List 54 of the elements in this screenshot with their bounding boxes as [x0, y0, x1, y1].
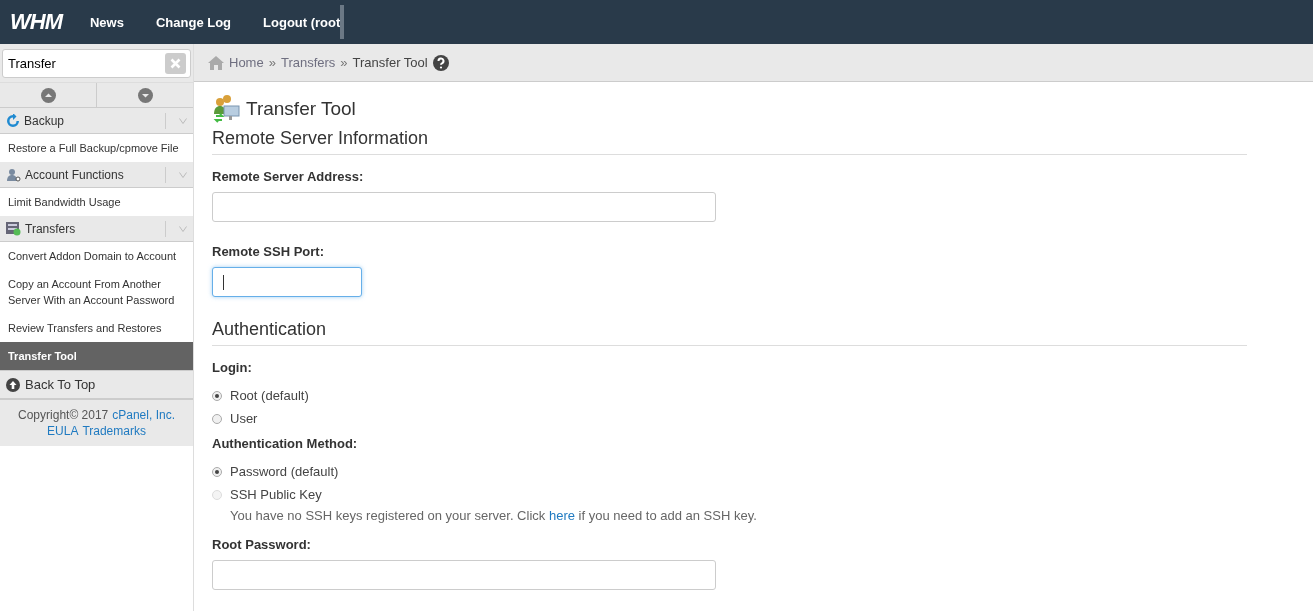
- breadcrumb-link[interactable]: Transfers: [280, 55, 336, 70]
- group-title: Backup: [24, 113, 66, 128]
- field-label: Root Password:: [212, 537, 312, 552]
- back-to-top-link[interactable]: Back To Top: [0, 370, 193, 400]
- breadcrumb-separator: »: [268, 55, 276, 70]
- breadcrumb-link[interactable]: Home: [229, 55, 264, 70]
- input-field[interactable]: [212, 560, 716, 590]
- group-title: Transfers: [25, 221, 77, 236]
- input-field[interactable]: [212, 267, 362, 297]
- help-text: You have no SSH keys registered on your server. Click here if you need to add an SSH key.: [229, 508, 758, 523]
- sidebar-item[interactable]: Transfer Tool: [0, 342, 193, 370]
- radio-button[interactable]: [212, 466, 222, 477]
- field-label: Login:: [212, 360, 253, 375]
- section-heading: Remote Server Information: [212, 128, 1247, 155]
- nav-link[interactable]: Change Log: [155, 14, 232, 30]
- user-icon: [6, 167, 21, 182]
- search-box[interactable]: Transfer: [2, 49, 191, 78]
- footer-link[interactable]: Trademarks: [82, 424, 146, 438]
- field-label: Remote SSH Port:: [212, 244, 325, 259]
- radio-label: Password (default): [230, 464, 339, 479]
- company-link[interactable]: cPanel, Inc.: [112, 408, 175, 422]
- help-icon[interactable]: [432, 54, 449, 71]
- radio-button[interactable]: [212, 413, 222, 424]
- close-icon: [170, 58, 181, 69]
- nav-link[interactable]: Logout (root: [263, 14, 341, 30]
- input-field[interactable]: [212, 192, 716, 222]
- radio-button[interactable]: [212, 390, 222, 401]
- refresh-icon: [6, 113, 20, 128]
- sidebar-group-header[interactable]: Account Functions: [0, 162, 193, 188]
- server-icon: [6, 221, 21, 236]
- page-title: Transfer Tool: [246, 98, 356, 120]
- footer-link[interactable]: EULA: [47, 424, 79, 438]
- copyright-text: Copyright© 2017: [18, 408, 109, 422]
- field-label: Authentication Method:: [212, 436, 359, 451]
- here-link[interactable]: here: [548, 508, 575, 523]
- logo[interactable]: WHM: [10, 9, 62, 35]
- radio-label: User: [230, 411, 258, 426]
- chevron-icon: [179, 225, 187, 232]
- clear-button[interactable]: [165, 53, 186, 74]
- chevron-icon: [179, 171, 187, 178]
- group-title: Account Functions: [25, 167, 125, 182]
- users-computer-icon: [212, 94, 242, 124]
- breadcrumb-separator: »: [340, 55, 348, 70]
- up-arrow-icon: [6, 377, 20, 392]
- breadcrumb-link[interactable]: Transfer Tool: [352, 55, 428, 70]
- field-label: Remote Server Address:: [212, 169, 365, 184]
- sidebar-group-header[interactable]: Transfers: [0, 216, 193, 242]
- home-icon[interactable]: [208, 55, 224, 70]
- chevron-icon: [179, 117, 187, 124]
- sidebar-group-header[interactable]: Backup: [0, 108, 193, 134]
- radio-label: SSH Public Key: [230, 487, 322, 502]
- nav-link[interactable]: News: [90, 14, 124, 30]
- radio-label: Root (default): [230, 388, 309, 403]
- section-heading: Authentication: [212, 319, 1247, 346]
